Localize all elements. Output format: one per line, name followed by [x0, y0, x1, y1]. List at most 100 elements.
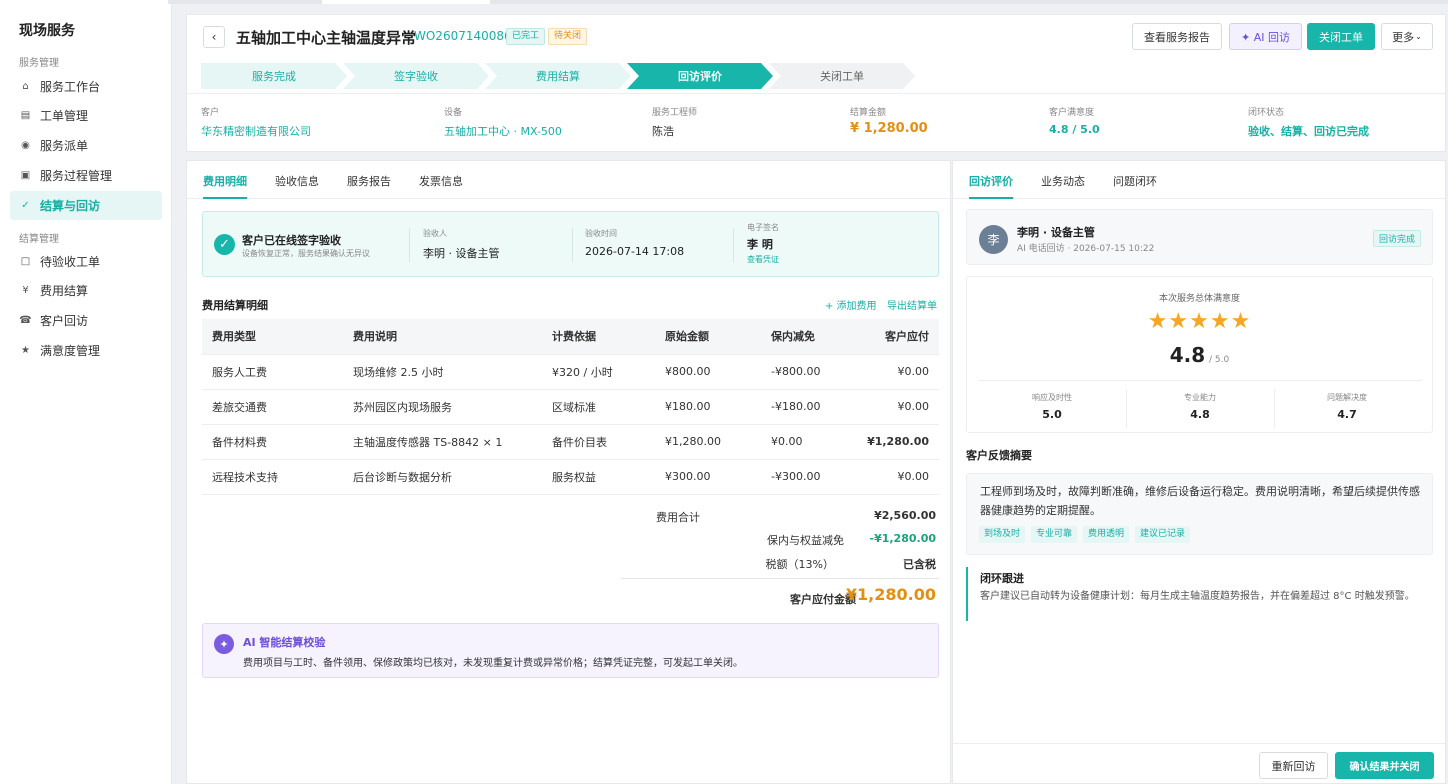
tab-invoice[interactable]: 发票信息 — [419, 173, 463, 199]
table-cell: 备件价目表 — [542, 424, 655, 460]
sidebar-item-customer-visit[interactable]: ☎ 客户回访 — [10, 306, 162, 335]
table-row: 差旅交通费 苏州园区内现场服务 区域标准 ¥180.00 -¥180.00 ¥0.00 — [202, 389, 939, 425]
sidebar-item-label: 待验收工单 — [40, 255, 101, 269]
column-header: 客户应付 — [839, 319, 939, 355]
ai-validation-text: 费用项目与工时、备件领用、保修政策均已核对，未发现重复计费或异常价格；结算凭证完… — [243, 658, 743, 669]
tab-service-report[interactable]: 服务报告 — [347, 173, 391, 199]
tax-value: 已含税 — [903, 558, 936, 571]
sidebar-item-dispatch[interactable]: ◉ 服务派单 — [10, 131, 162, 160]
feedback-tag: 建议已记录 — [1135, 526, 1191, 543]
ai-visit-button[interactable]: ✦ AI 回访 — [1229, 23, 1302, 50]
sidebar-item-process[interactable]: ▣ 服务过程管理 — [10, 161, 162, 190]
feedback-tag: 专业可靠 — [1031, 526, 1078, 543]
loop-followup: 闭环跟进 客户建议已自动转为设备健康计划：每月生成主轴温度趋势报告，并在偏差超过… — [966, 567, 1433, 621]
check-icon: ✓ — [21, 200, 30, 211]
table-row: 服务人工费 现场维修 2.5 小时 ¥320 / 小时 ¥800.00 -¥800.00… — [202, 354, 939, 390]
more-label: 更多 — [1392, 30, 1415, 44]
sub-rating-label: 问题解决度 — [1327, 393, 1367, 402]
table-row: 备件材料费 主轴温度传感器 TS-8842 × 1 备件价目表 ¥1,280.00 ¥0… — [202, 424, 939, 460]
acceptance-card: ✓ 客户已在线签字验收 设备恢复正常，服务结果确认无异议 验收人 李明 · 设备主… — [202, 211, 939, 277]
visit-tabs: 回访评价 业务动态 问题闭环 — [953, 161, 1445, 199]
info-customer: 客户 华东精密制造有限公司 — [201, 105, 311, 139]
visit-panel: 回访评价 业务动态 问题闭环 李 李明 · 设备主管 AI 电话回访 · 202… — [952, 160, 1446, 784]
process-icon: ▣ — [20, 170, 31, 181]
status-badge-completed: 已完工 — [506, 28, 546, 45]
rating-caption: 本次服务总体满意度 — [1158, 294, 1240, 304]
close-order-button[interactable]: 关闭工单 — [1307, 23, 1375, 50]
divider — [979, 380, 1422, 381]
table-cell: ¥0.00 — [761, 424, 839, 460]
table-cell: ¥1,280.00 — [655, 424, 761, 460]
sidebar-item-orders[interactable]: ▤ 工单管理 — [10, 101, 162, 130]
table-cell: 后台诊断与数据分析 — [343, 459, 542, 495]
check-circle-icon: ✓ — [214, 234, 235, 255]
sidebar-item-fee-settlement[interactable]: ¥ 费用结算 — [10, 276, 162, 305]
fee-table: 费用类型 费用说明 计费依据 原始金额 保内减免 客户应付 服务人工费 现场维修 … — [202, 319, 939, 495]
page-title: 五轴加工中心主轴温度异常 — [236, 29, 417, 47]
time-label: 验收时间 — [585, 229, 617, 238]
chevron-down-icon: ⌄ — [1415, 32, 1422, 41]
table-cell: 备件材料费 — [202, 424, 343, 460]
fee-tabs: 费用明细 验收信息 服务报告 发票信息 — [187, 161, 950, 199]
visit-contact-name: 李明 · 设备主管 — [1017, 226, 1095, 239]
square-icon: □ — [20, 256, 31, 267]
revisit-button[interactable]: 重新回访 — [1259, 752, 1328, 779]
column-header: 费用说明 — [343, 319, 542, 355]
sparkle-icon: ✦ — [214, 634, 234, 654]
tab-fee-detail[interactable]: 费用明细 — [203, 173, 247, 199]
view-report-button[interactable]: 查看服务报告 — [1132, 23, 1222, 50]
confirm-close-button[interactable]: 确认结果并关闭 — [1335, 752, 1434, 779]
add-fee-link[interactable]: + 添加费用 — [825, 297, 877, 312]
sidebar-item-pending-acceptance[interactable]: □ 待验收工单 — [10, 247, 162, 276]
ai-validation-box: ✦ AI 智能结算校验 费用项目与工时、备件领用、保修政策均已核对，未发现重复计… — [202, 623, 939, 678]
dispatch-icon: ◉ — [21, 140, 30, 151]
table-cell: 现场维修 2.5 小时 — [343, 354, 542, 390]
sidebar-item-label: 结算与回访 — [40, 199, 101, 213]
status-badge-pending-close: 待关闭 — [548, 28, 588, 45]
progress-steps: 服务完成 签字验收 费用结算 回访评价 关闭工单 — [201, 63, 921, 89]
feedback-text: 工程师到场及时，故障判断准确，维修后设备运行稳定。费用说明清晰，希望后续提供传感… — [980, 485, 1420, 517]
sub-rating-resolution: 问题解决度 4.7 — [1274, 392, 1420, 421]
tab-acceptance[interactable]: 验收信息 — [275, 173, 319, 199]
signature-label: 电子签名 — [747, 223, 779, 232]
device-link[interactable]: 五轴加工中心 · MX-500 — [444, 123, 562, 139]
sidebar-item-satisfaction[interactable]: ★ 满意度管理 — [10, 336, 162, 365]
table-cell: 差旅交通费 — [202, 389, 343, 425]
sidebar-item-workbench[interactable]: ⌂ 服务工作台 — [10, 72, 162, 101]
sidebar-item-settlement-visit[interactable]: ✓ 结算与回访 — [10, 191, 162, 220]
back-button[interactable]: ‹ — [203, 26, 225, 48]
table-cell: ¥0.00 — [839, 354, 939, 390]
more-button[interactable]: 更多 ⌄ — [1381, 23, 1433, 50]
table-cell: ¥300.00 — [655, 459, 761, 495]
satisfaction-value: 4.8 / 5.0 — [1049, 123, 1100, 136]
acceptance-subtitle: 设备恢复正常，服务结果确认无异议 — [242, 249, 370, 258]
info-label: 闭环状态 — [1248, 108, 1285, 118]
table-cell: -¥180.00 — [761, 389, 839, 425]
table-cell: ¥320 / 小时 — [542, 354, 655, 390]
customer-link[interactable]: 华东精密制造有限公司 — [201, 123, 311, 139]
fee-section-title: 费用结算明细 — [202, 299, 268, 312]
tab-issue-loop[interactable]: 问题闭环 — [1113, 173, 1157, 199]
sub-rating-value: 4.7 — [1337, 408, 1357, 421]
table-cell: ¥0.00 — [839, 389, 939, 425]
sub-rating-response: 响应及时性 5.0 — [979, 392, 1125, 421]
divider — [953, 743, 1445, 744]
sub-rating-label: 专业能力 — [1184, 393, 1216, 402]
overall-score: 4.8 / 5.0 — [967, 343, 1432, 367]
browser-tab-strip — [0, 0, 1448, 4]
discount-label: 保内与权益减免 — [767, 534, 844, 547]
export-statement-link[interactable]: 导出结算单 — [887, 297, 937, 312]
column-header: 计费依据 — [542, 319, 655, 355]
table-row: 远程技术支持 后台诊断与数据分析 服务权益 ¥300.00 -¥300.00 ¥0.00 — [202, 459, 939, 495]
tab-visit-evaluation[interactable]: 回访评价 — [969, 173, 1013, 199]
step-visit-evaluation: 回访评价 — [627, 63, 773, 89]
info-label: 结算金额 — [850, 108, 887, 118]
table-cell: ¥1,280.00 — [839, 424, 939, 460]
view-voucher-link[interactable]: 查看凭证 — [747, 254, 779, 265]
info-label: 设备 — [444, 108, 463, 118]
step-fee-settlement: 费用结算 — [485, 63, 631, 89]
table-cell: 区域标准 — [542, 389, 655, 425]
loop-title: 闭环跟进 — [980, 572, 1024, 585]
acceptor-value: 李明 · 设备主管 — [423, 247, 500, 260]
tab-business-activity[interactable]: 业务动态 — [1041, 173, 1085, 199]
